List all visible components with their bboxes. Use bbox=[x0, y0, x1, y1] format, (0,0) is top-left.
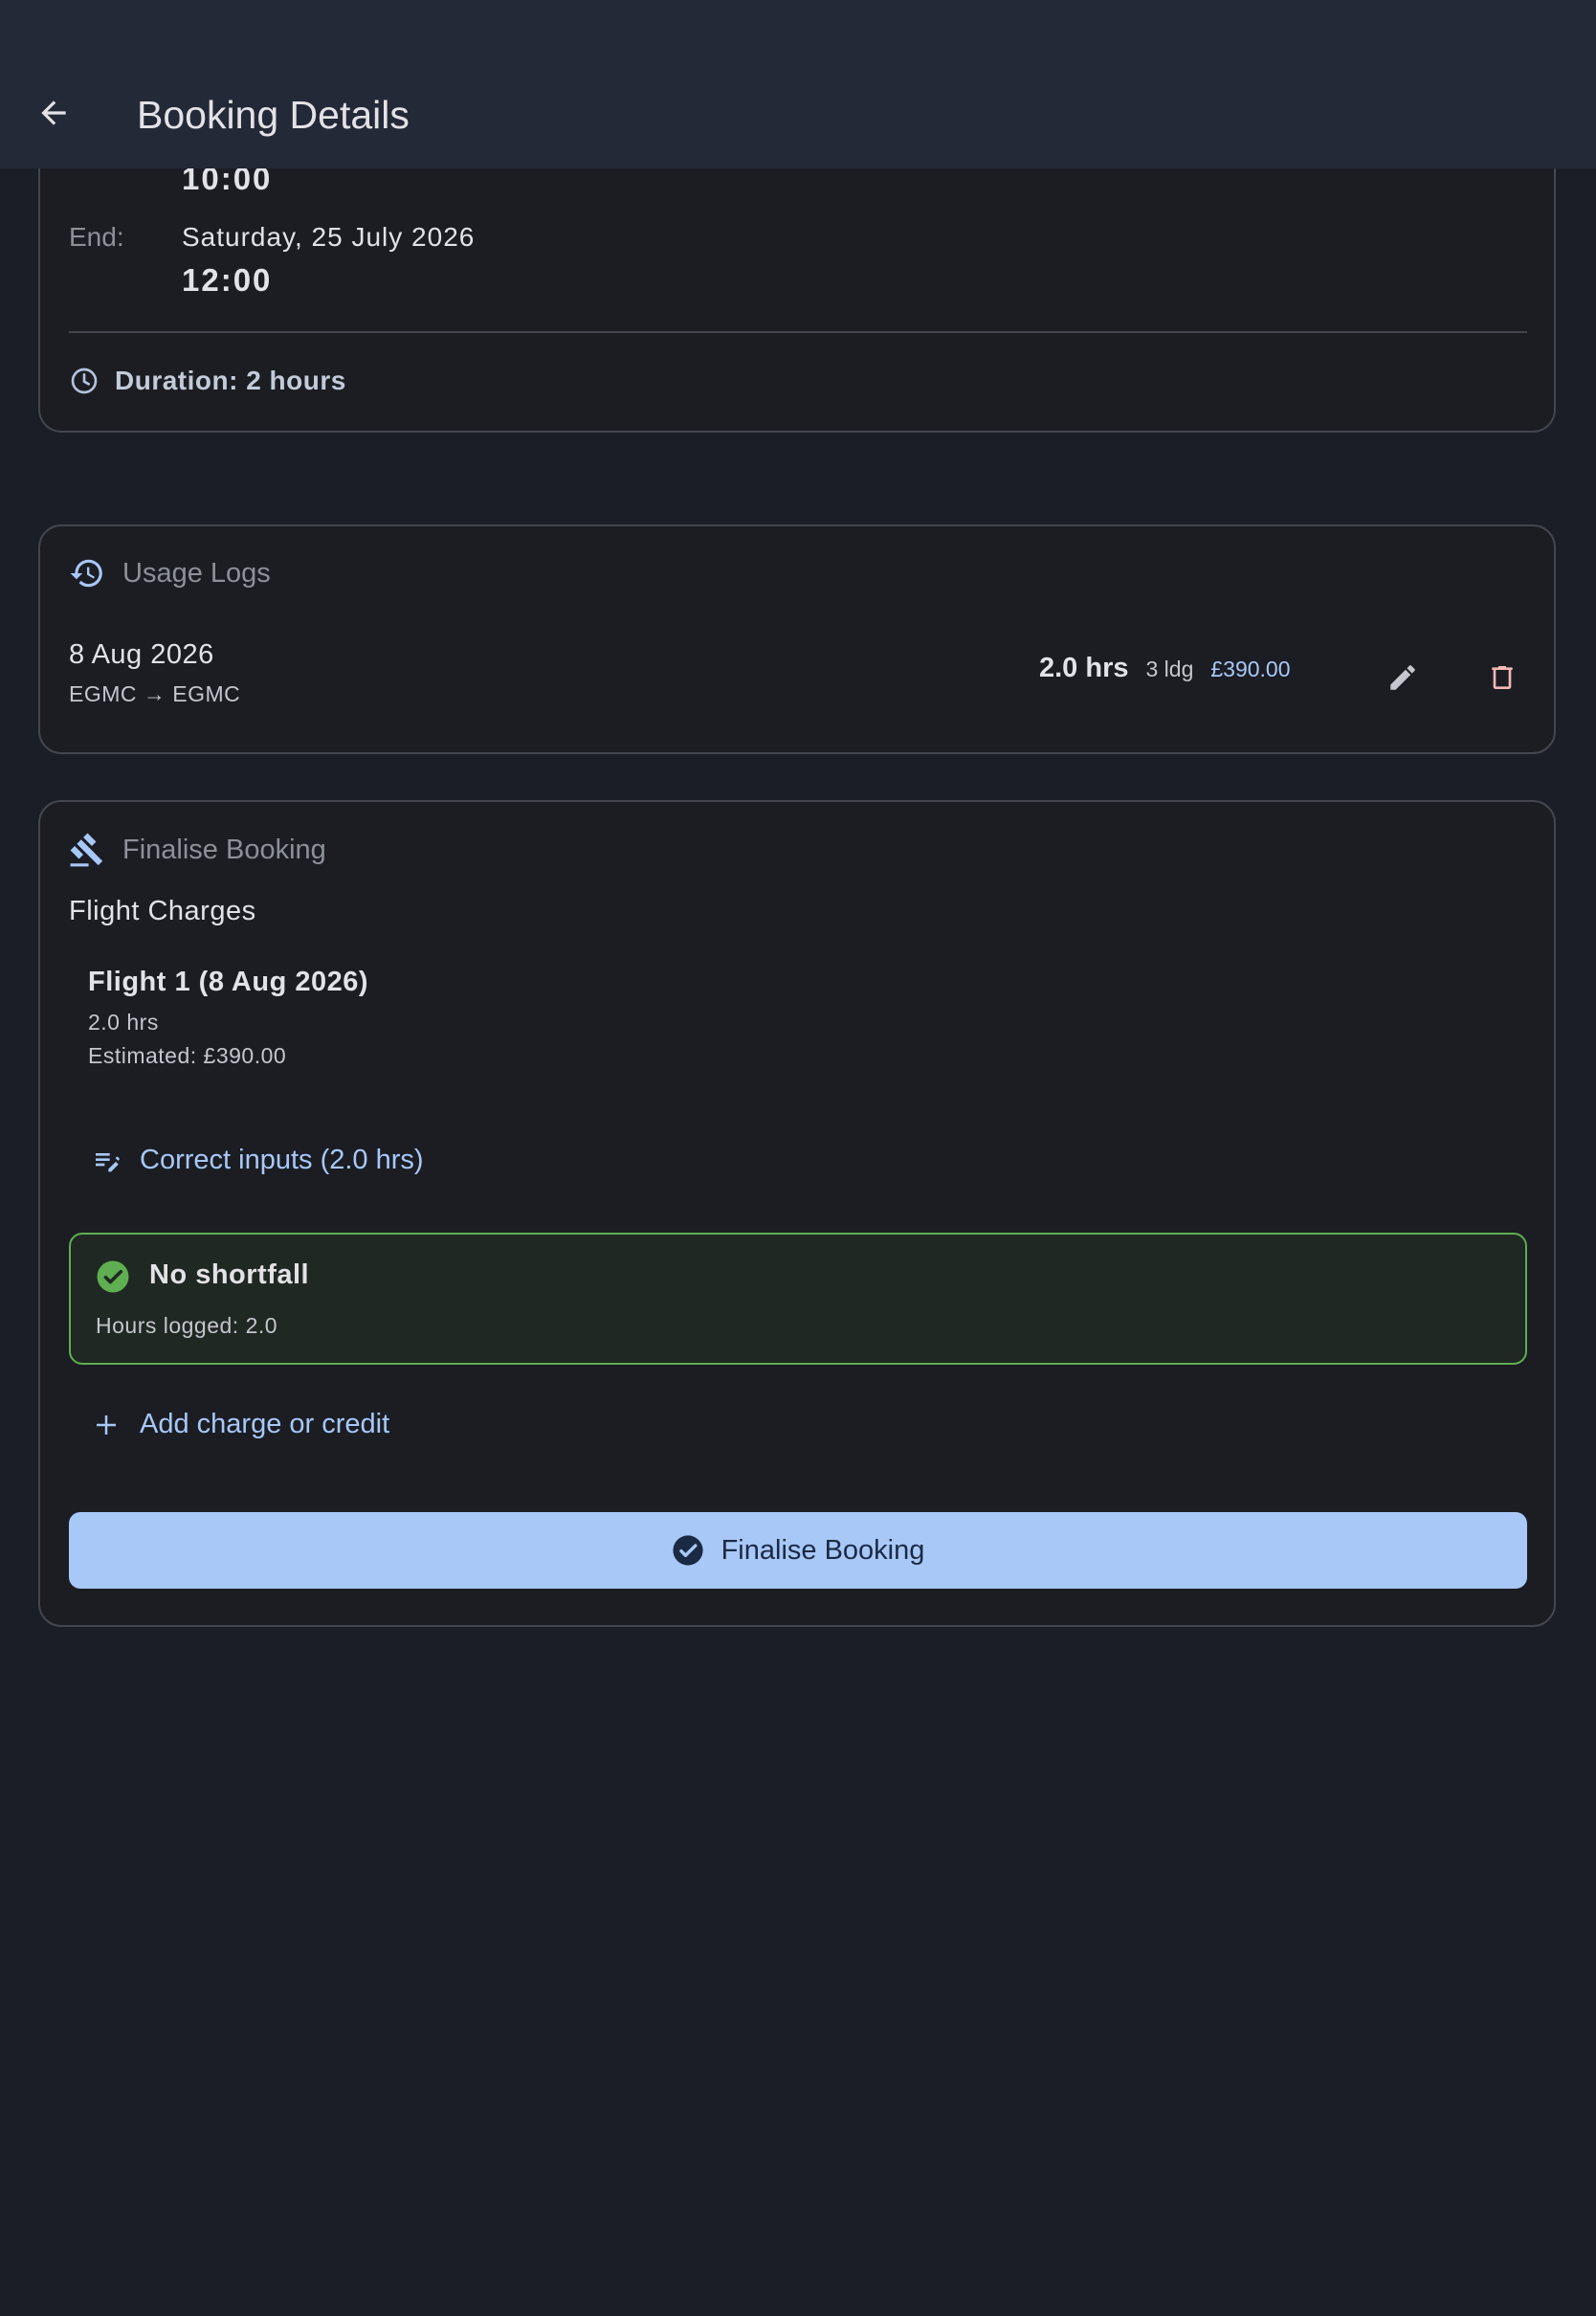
status-banner: No shortfall Hours logged: 2.0 bbox=[69, 1233, 1527, 1365]
add-charge-label: Add charge or credit bbox=[140, 1409, 390, 1439]
end-time: 12:00 bbox=[182, 262, 273, 298]
duration-text: Duration: 2 hours bbox=[115, 366, 346, 395]
log-landings: 3 ldg bbox=[1145, 657, 1194, 681]
history-icon bbox=[70, 559, 102, 588]
page-title: Booking Details bbox=[137, 93, 410, 137]
delete-log-button[interactable] bbox=[1472, 647, 1533, 708]
end-date: Saturday, 25 July 2026 bbox=[182, 222, 476, 252]
log-hours: 2.0 hrs bbox=[1039, 653, 1129, 683]
duration-row: Duration: 2 hours bbox=[69, 366, 346, 396]
log-date: 8 Aug 2026 bbox=[69, 639, 214, 670]
finalise-booking-button[interactable]: Finalise Booking bbox=[69, 1512, 1527, 1589]
status-detail: Hours logged: 2.0 bbox=[96, 1313, 278, 1338]
back-button[interactable] bbox=[27, 86, 80, 140]
finalise-header: Finalise Booking bbox=[69, 831, 326, 869]
flight-title: Flight 1 (8 Aug 2026) bbox=[88, 967, 369, 997]
usage-logs-header: Usage Logs bbox=[69, 555, 271, 591]
list-item: 8 Aug 2026 EGMC → EGMC 2.0 hrs 3 ldg £39… bbox=[69, 639, 1527, 716]
check-circle-icon bbox=[673, 1535, 703, 1566]
log-cost: £390.00 bbox=[1210, 657, 1291, 681]
finalise-card: Finalise Booking Flight Charges Flight 1… bbox=[38, 800, 1556, 1627]
gavel-icon bbox=[70, 833, 103, 867]
divider bbox=[69, 331, 1527, 333]
correct-inputs-button[interactable]: Correct inputs (2.0 hrs) bbox=[92, 1145, 424, 1176]
usage-logs-title: Usage Logs bbox=[122, 557, 271, 589]
status-title: No shortfall bbox=[149, 1259, 310, 1290]
flight-hours: 2.0 hrs bbox=[88, 1010, 159, 1035]
clock-icon bbox=[71, 367, 98, 394]
plus-icon bbox=[97, 1414, 116, 1435]
trash-icon bbox=[1492, 666, 1513, 689]
flight-estimate: Estimated: £390.00 bbox=[88, 1043, 287, 1068]
flight-charges-label: Flight Charges bbox=[69, 896, 256, 926]
log-summary: 2.0 hrs 3 ldg £390.00 bbox=[1039, 653, 1291, 684]
edit-note-icon bbox=[96, 1152, 120, 1171]
flight-charge-item: Flight 1 (8 Aug 2026) 2.0 hrs Estimated:… bbox=[88, 967, 368, 1069]
finalise-button-label: Finalise Booking bbox=[720, 1534, 925, 1566]
correct-inputs-label: Correct inputs (2.0 hrs) bbox=[140, 1145, 424, 1175]
usage-logs-card: Usage Logs 8 Aug 2026 EGMC → EGMC 2.0 hr… bbox=[38, 524, 1556, 754]
add-charge-button[interactable]: Add charge or credit bbox=[92, 1409, 389, 1440]
end-label: End: bbox=[69, 222, 124, 252]
app-bar: Booking Details bbox=[0, 0, 1596, 168]
log-route: EGMC → EGMC bbox=[69, 681, 241, 706]
pencil-icon bbox=[1390, 665, 1415, 690]
edit-log-button[interactable] bbox=[1372, 647, 1433, 708]
check-circle-icon bbox=[97, 1260, 129, 1293]
finalise-title: Finalise Booking bbox=[122, 834, 326, 865]
arrow-back-icon bbox=[41, 100, 66, 125]
